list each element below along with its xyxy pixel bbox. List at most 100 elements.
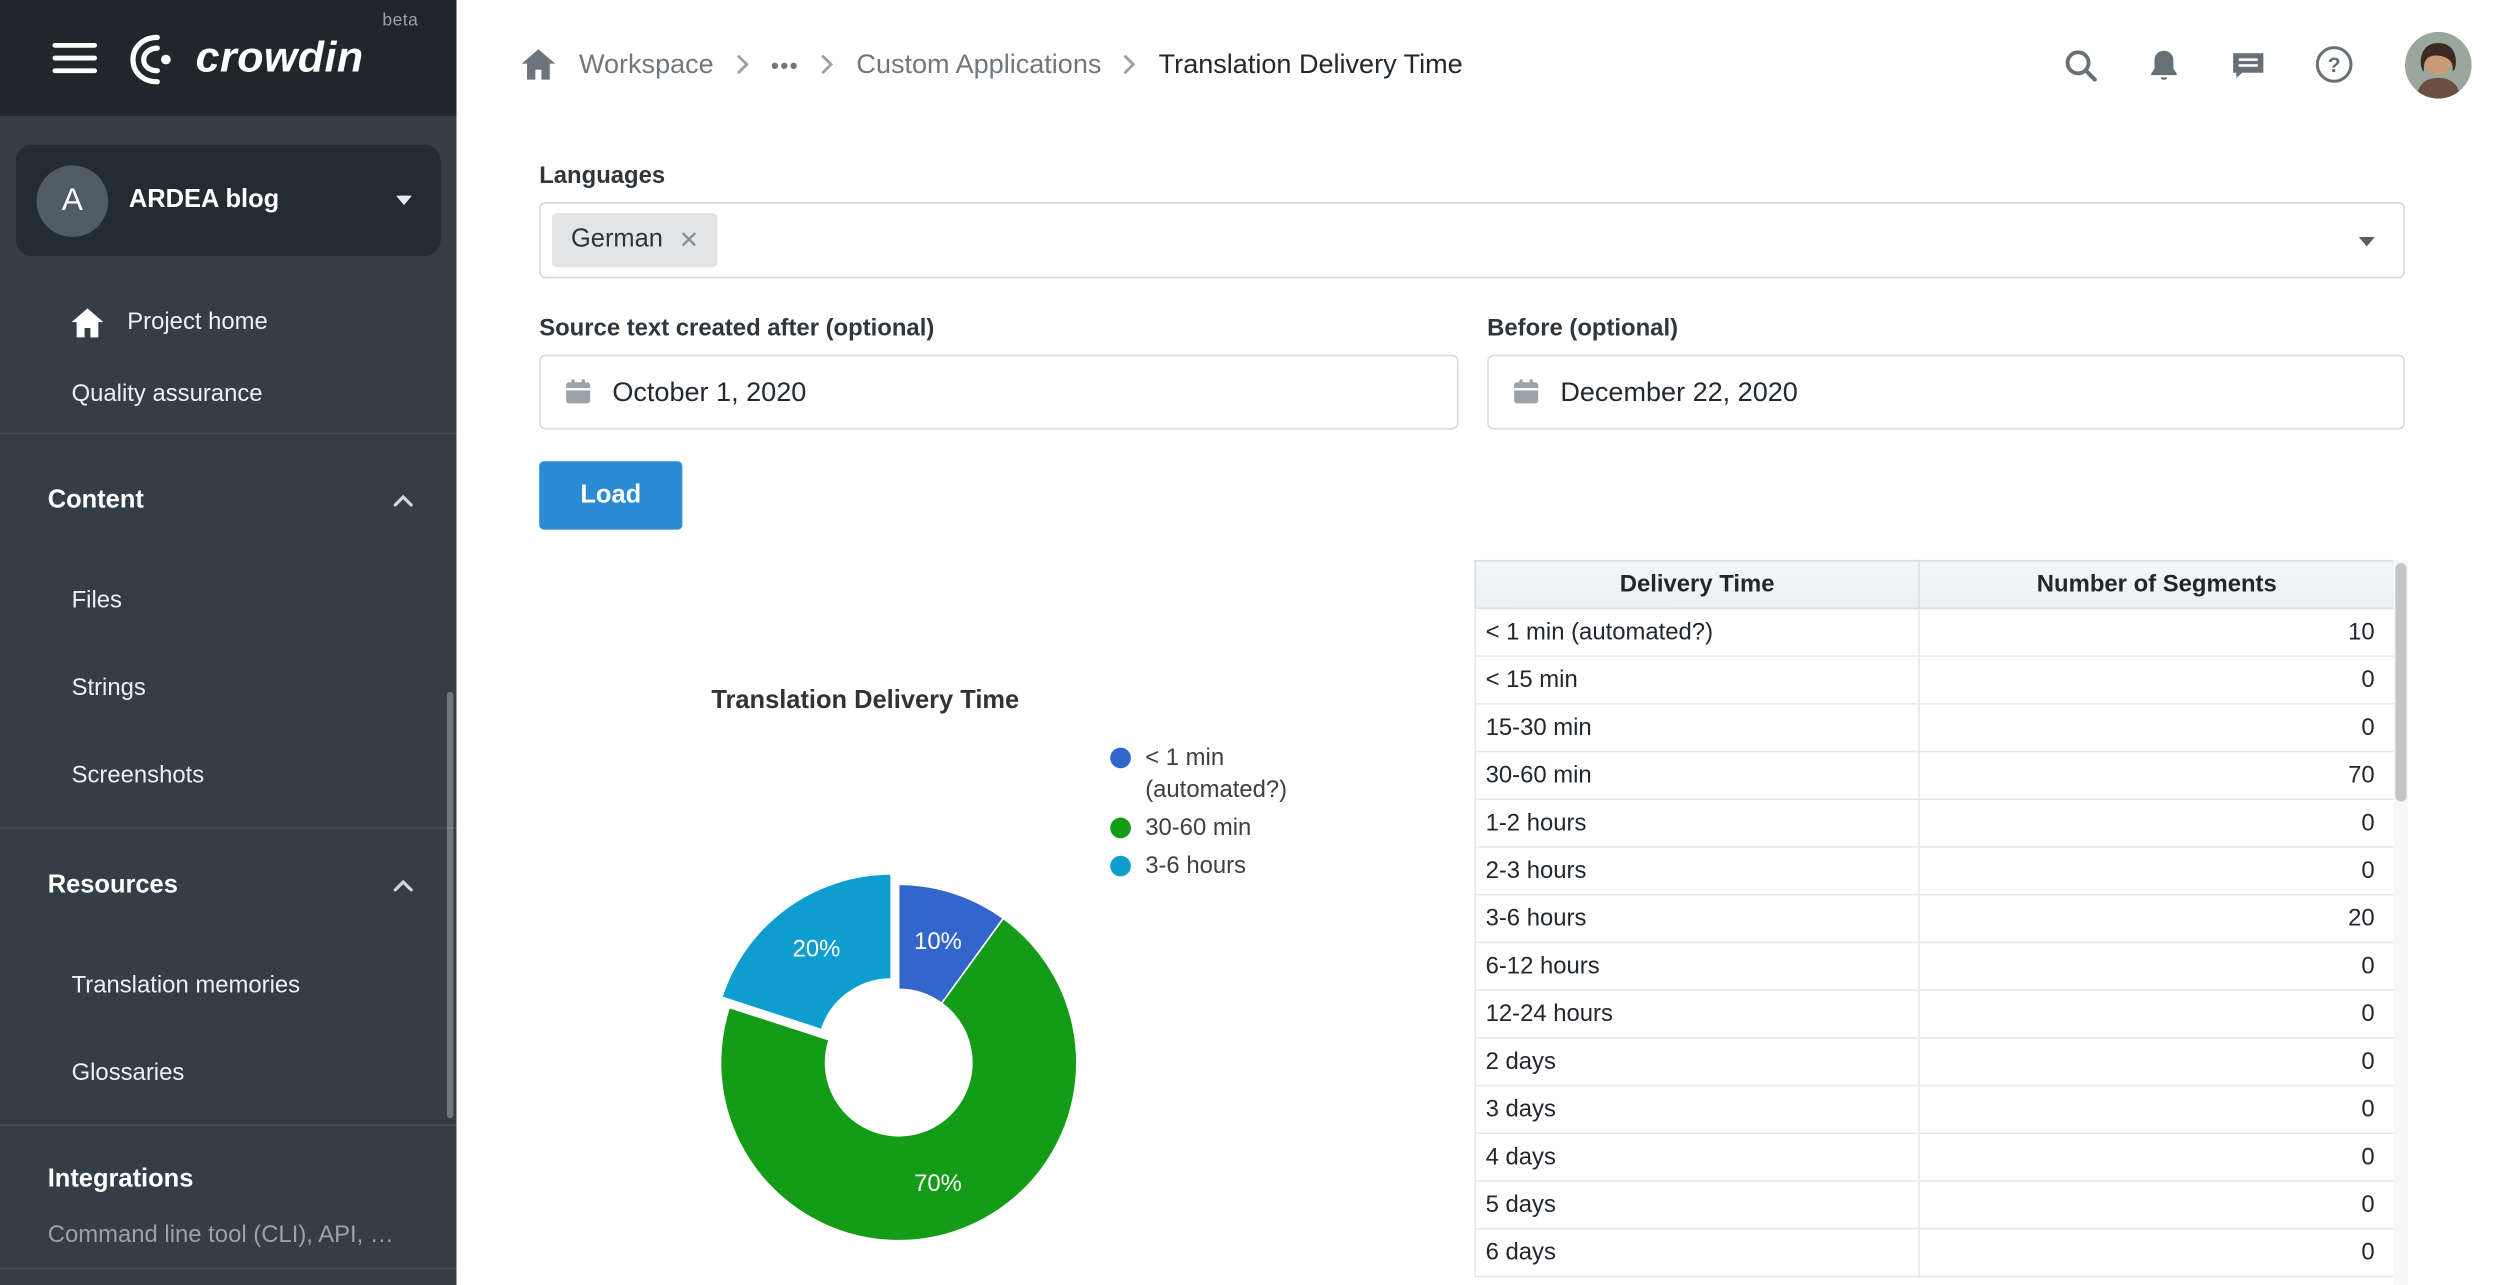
before-date-input[interactable]: December 22, 2020 [1487,355,2405,430]
help-icon[interactable]: ? [2314,45,2354,85]
breadcrumb-item-custom-applications[interactable]: Custom Applications [856,49,1101,81]
project-avatar: A [37,165,109,237]
table-header-number-of-segments[interactable]: Number of Segments [1919,561,2395,609]
table-row: 3-6 hours20 [1475,895,2394,943]
sidebar-item-label: Screenshots [72,762,205,789]
home-breadcrumb-icon[interactable] [520,48,557,81]
sidebar-item-strings[interactable]: Strings [0,652,456,724]
sidebar-item-project-home[interactable]: Project home [0,286,456,358]
user-avatar[interactable] [2405,31,2472,98]
table-scrollbar[interactable] [2394,560,2408,1285]
delivery-time-cell: 6 days [1475,1229,1919,1277]
chevron-down-icon [396,196,412,206]
table-row: 2-3 hours0 [1475,847,2394,895]
project-name: ARDEA blog [129,186,376,215]
breadcrumb: Workspace ••• Custom Applications Translati… [520,48,1463,81]
after-date-label: Source text created after (optional) [539,315,934,342]
table-row: 3 days0 [1475,1086,2394,1134]
segments-cell: 0 [1919,1181,2395,1229]
sidebar-section-label: Content [48,487,144,516]
app: crowdin beta A ARDEA blog Project home Qu… [0,0,2494,1285]
remove-language-icon[interactable]: ✕ [679,228,699,252]
legend-label: < 1 min (automated?) [1145,743,1312,807]
svg-text:?: ? [2328,53,2341,77]
sidebar-section-integrations[interactable]: Integrations [0,1145,456,1215]
sidebar-header: crowdin beta [0,0,456,116]
table-row: < 15 min0 [1475,656,2394,704]
segments-cell: 0 [1919,1086,2395,1134]
pie-slice-percent: 70% [914,1170,962,1197]
breadcrumb-ellipsis[interactable]: ••• [771,52,799,77]
chevron-right-icon [821,54,834,75]
table-row: 5 days0 [1475,1181,2394,1229]
delivery-time-table: Delivery TimeNumber of Segments < 1 min … [1474,560,2395,1277]
sidebar-item-label: Glossaries [72,1059,185,1086]
sidebar-section-items: Translation memories Glossaries [0,924,456,1109]
sidebar-item-translation-memories[interactable]: Translation memories [0,950,456,1022]
table-header-delivery-time[interactable]: Delivery Time [1475,561,1919,609]
language-chip: German ✕ [552,213,718,267]
segments-cell: 0 [1919,704,2395,752]
after-date-input[interactable]: October 1, 2020 [539,355,1458,430]
sidebar-section-resources[interactable]: Resources [0,848,456,924]
before-date-label: Before (optional) [1487,315,1678,342]
delivery-time-cell: 5 days [1475,1181,1919,1229]
legend-dot [1110,748,1131,769]
delivery-time-cell: 2-3 hours [1475,847,1919,895]
legend-item[interactable]: 3-6 hours [1110,851,1312,883]
sidebar-scrollbar-thumb[interactable] [447,692,453,1118]
legend-item[interactable]: 30-60 min [1110,813,1312,845]
calendar-icon [1513,379,1540,406]
legend-item[interactable]: < 1 min (automated?) [1110,743,1312,807]
sidebar-item-quality-assurance[interactable]: Quality assurance [0,358,456,430]
segments-cell: 0 [1919,799,2395,847]
project-selector[interactable]: A ARDEA blog [16,145,441,256]
delivery-time-cell: 4 days [1475,1133,1919,1181]
legend-dot [1110,818,1131,839]
sidebar-nav: Project home Quality assurance Content File… [0,256,456,1269]
sidebar-section-label: Integrations [48,1166,194,1195]
delivery-time-cell: 1-2 hours [1475,799,1919,847]
segments-cell: 70 [1919,752,2395,800]
segments-cell: 0 [1919,942,2395,990]
table-scrollbar-thumb[interactable] [2395,563,2406,802]
search-icon[interactable] [2061,45,2099,83]
breadcrumb-item-workspace[interactable]: Workspace [579,49,714,81]
load-button[interactable]: Load [539,461,682,529]
legend-dot [1110,856,1131,877]
chart-title: Translation Delivery Time [539,687,1191,716]
stage: crowdin beta A ARDEA blog Project home Qu… [0,0,2494,1285]
messages-icon[interactable] [2228,45,2268,83]
after-date-value: October 1, 2020 [612,376,806,408]
before-date-value: December 22, 2020 [1560,376,1798,408]
segments-cell: 0 [1919,990,2395,1038]
integrations-description: Command line tool (CLI), API, … [0,1218,456,1253]
sidebar-item-label: Project home [127,309,268,336]
delivery-time-cell: 12-24 hours [1475,990,1919,1038]
segments-cell: 0 [1919,1229,2395,1277]
beta-badge: beta [382,11,418,30]
sidebar-section-items: Files Strings Screenshots [0,539,456,811]
chevron-right-icon [736,54,749,75]
delivery-time-cell: < 1 min (automated?) [1475,608,1919,656]
sidebar-item-glossaries[interactable]: Glossaries [0,1037,456,1109]
table-row: 15-30 min0 [1475,704,2394,752]
crowdin-logo[interactable]: crowdin [127,31,363,85]
donut-chart: 10%70%20% [692,856,1106,1270]
segments-cell: 0 [1919,1038,2395,1086]
sidebar-section-content[interactable]: Content [0,463,456,539]
notifications-icon[interactable] [2146,45,2183,83]
menu-icon[interactable] [52,43,97,73]
table-row: < 1 min (automated?)10 [1475,608,2394,656]
table-row: 30-60 min70 [1475,752,2394,800]
table-row: 6-12 hours0 [1475,942,2394,990]
pie-slice-percent: 10% [914,928,962,955]
sidebar-item-screenshots[interactable]: Screenshots [0,740,456,812]
sidebar-item-files[interactable]: Files [0,565,456,637]
legend-label: 3-6 hours [1145,851,1246,883]
segments-cell: 0 [1919,847,2395,895]
home-icon [70,306,105,338]
crowdin-wordmark: crowdin [196,33,364,82]
breadcrumb-current: Translation Delivery Time [1159,49,1463,81]
languages-select[interactable]: German ✕ [539,202,2405,278]
